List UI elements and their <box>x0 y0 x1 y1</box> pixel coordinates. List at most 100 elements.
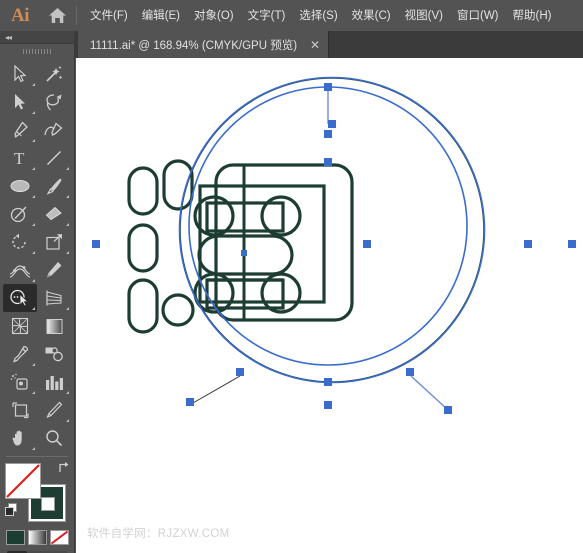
tool-corner-indicator <box>66 167 69 170</box>
none-slash-icon <box>50 530 68 545</box>
ellipse-tool[interactable] <box>3 172 37 200</box>
width-tool[interactable] <box>3 256 37 284</box>
hand-tool[interactable] <box>3 424 37 452</box>
menu-help[interactable]: 帮助(H) <box>506 6 559 26</box>
home-icon[interactable] <box>40 0 74 31</box>
app-logo: Ai <box>11 4 30 26</box>
symbol-sprayer-tool[interactable] <box>3 368 37 396</box>
column-graph-tool[interactable] <box>37 368 71 396</box>
anchor-point[interactable] <box>444 406 452 414</box>
gradient-mode-button[interactable] <box>27 530 47 545</box>
shape-builder-tool[interactable] <box>3 284 37 312</box>
svg-text:T: T <box>14 149 25 167</box>
line-segment-tool[interactable] <box>37 144 71 172</box>
circle-bottom <box>161 293 195 327</box>
anchor-point[interactable] <box>324 83 332 91</box>
collapse-panel-icon[interactable]: ◂◂ <box>5 32 12 43</box>
stroke-swatch-hole <box>41 497 55 511</box>
tool-corner-indicator <box>32 391 35 394</box>
menu-edit[interactable]: 编辑(E) <box>135 6 187 26</box>
anchor-point[interactable] <box>324 158 332 166</box>
tool-corner-indicator <box>66 391 69 394</box>
anchor-point[interactable] <box>328 120 336 128</box>
tool-corner-indicator <box>32 167 35 170</box>
illustrator-window: Ai 文件(F) 编辑(E) 对象(O) 文字(T) 选择(S) 效果(C) 视… <box>0 0 583 553</box>
perspective-grid-tool[interactable] <box>37 284 71 312</box>
selection-tool[interactable] <box>3 60 37 88</box>
gradient-tool[interactable] <box>37 312 71 340</box>
free-transform-tool[interactable] <box>37 256 71 284</box>
anchor-point[interactable] <box>92 240 100 248</box>
shaper-tool[interactable] <box>3 200 37 228</box>
tool-corner-indicator <box>32 111 35 114</box>
menu-view[interactable]: 视图(V) <box>398 6 450 26</box>
anchor-point[interactable] <box>236 368 244 376</box>
swap-fill-stroke-icon[interactable] <box>57 461 70 479</box>
capsule-left-2 <box>127 223 159 273</box>
tool-corner-indicator <box>32 251 35 254</box>
anchor-point[interactable] <box>324 130 332 138</box>
menu-type[interactable]: 文字(T) <box>241 6 293 26</box>
scale-tool[interactable] <box>37 228 71 256</box>
document-tab-bar: 11111.ai* @ 168.94% (CMYK/GPU 预览) ✕ <box>0 31 583 58</box>
tools-panel: ◂◂ T <box>0 31 75 553</box>
tool-corner-indicator <box>66 307 69 310</box>
menu-bar: Ai 文件(F) 编辑(E) 对象(O) 文字(T) 选择(S) 效果(C) 视… <box>0 0 583 31</box>
mesh-tool[interactable] <box>3 312 37 340</box>
tool-corner-indicator <box>32 307 35 310</box>
anchor-point[interactable] <box>186 398 194 406</box>
menu-file[interactable]: 文件(F) <box>83 6 135 26</box>
type-tool[interactable]: T <box>3 144 37 172</box>
fill-swatch[interactable] <box>5 463 41 499</box>
close-icon[interactable]: ✕ <box>310 39 320 51</box>
watermark-text: 软件自学网：RJZXW.COM <box>87 528 230 540</box>
no-fill-slash-icon <box>6 464 40 498</box>
handle-line-bottom-left <box>192 375 241 404</box>
direct-selection-tool[interactable] <box>3 88 37 116</box>
document-tab[interactable]: 11111.ai* @ 168.94% (CMYK/GPU 预览) ✕ <box>78 31 330 58</box>
tool-corner-indicator <box>32 139 35 142</box>
rotate-tool[interactable] <box>3 228 37 256</box>
handle-line-bottom-right <box>410 375 449 411</box>
tool-corner-indicator <box>32 223 35 226</box>
paintbrush-tool[interactable] <box>37 172 71 200</box>
selection-overlay <box>92 76 576 414</box>
pen-tool[interactable] <box>3 116 37 144</box>
blend-tool[interactable] <box>37 340 71 368</box>
menu-effect[interactable]: 效果(C) <box>345 6 398 26</box>
anchor-point[interactable] <box>324 378 332 386</box>
tools-panel-drag-handle[interactable] <box>0 44 74 58</box>
anchor-point[interactable] <box>363 240 371 248</box>
slice-tool[interactable] <box>37 396 71 424</box>
color-controls <box>3 461 71 527</box>
menu-select[interactable]: 选择(S) <box>292 6 344 26</box>
artboard-artwork <box>92 76 576 414</box>
tool-corner-indicator <box>66 195 69 198</box>
default-fill-stroke-icon[interactable] <box>5 503 18 521</box>
tool-corner-indicator <box>32 447 35 450</box>
anchor-point[interactable] <box>568 240 576 248</box>
tool-corner-indicator <box>32 363 35 366</box>
tool-corner-indicator <box>66 419 69 422</box>
menu-divider <box>76 6 77 25</box>
none-mode-button[interactable] <box>49 530 69 545</box>
capsule-left-1 <box>127 166 159 216</box>
tools-panel-separator <box>6 456 68 457</box>
color-mode-button[interactable] <box>5 530 25 545</box>
document-tab-title: 11111.ai* @ 168.94% (CMYK/GPU 预览) <box>90 39 298 52</box>
canvas-area[interactable]: 软件自学网：RJZXW.COM <box>76 58 583 553</box>
anchor-point[interactable] <box>524 240 532 248</box>
menu-object[interactable]: 对象(O) <box>187 6 241 26</box>
anchor-point[interactable] <box>406 368 414 376</box>
magic-wand-tool[interactable] <box>37 60 71 88</box>
lasso-tool[interactable] <box>37 88 71 116</box>
eyedropper-tool[interactable] <box>3 340 37 368</box>
eraser-tool[interactable] <box>37 200 71 228</box>
menu-window[interactable]: 窗口(W) <box>450 6 506 26</box>
artboard-tool[interactable] <box>3 396 37 424</box>
anchor-point-center[interactable] <box>241 250 247 256</box>
curvature-tool[interactable] <box>37 116 71 144</box>
anchor-point[interactable] <box>324 401 332 409</box>
home-icon-glyph <box>48 8 66 23</box>
zoom-tool[interactable] <box>37 424 71 452</box>
